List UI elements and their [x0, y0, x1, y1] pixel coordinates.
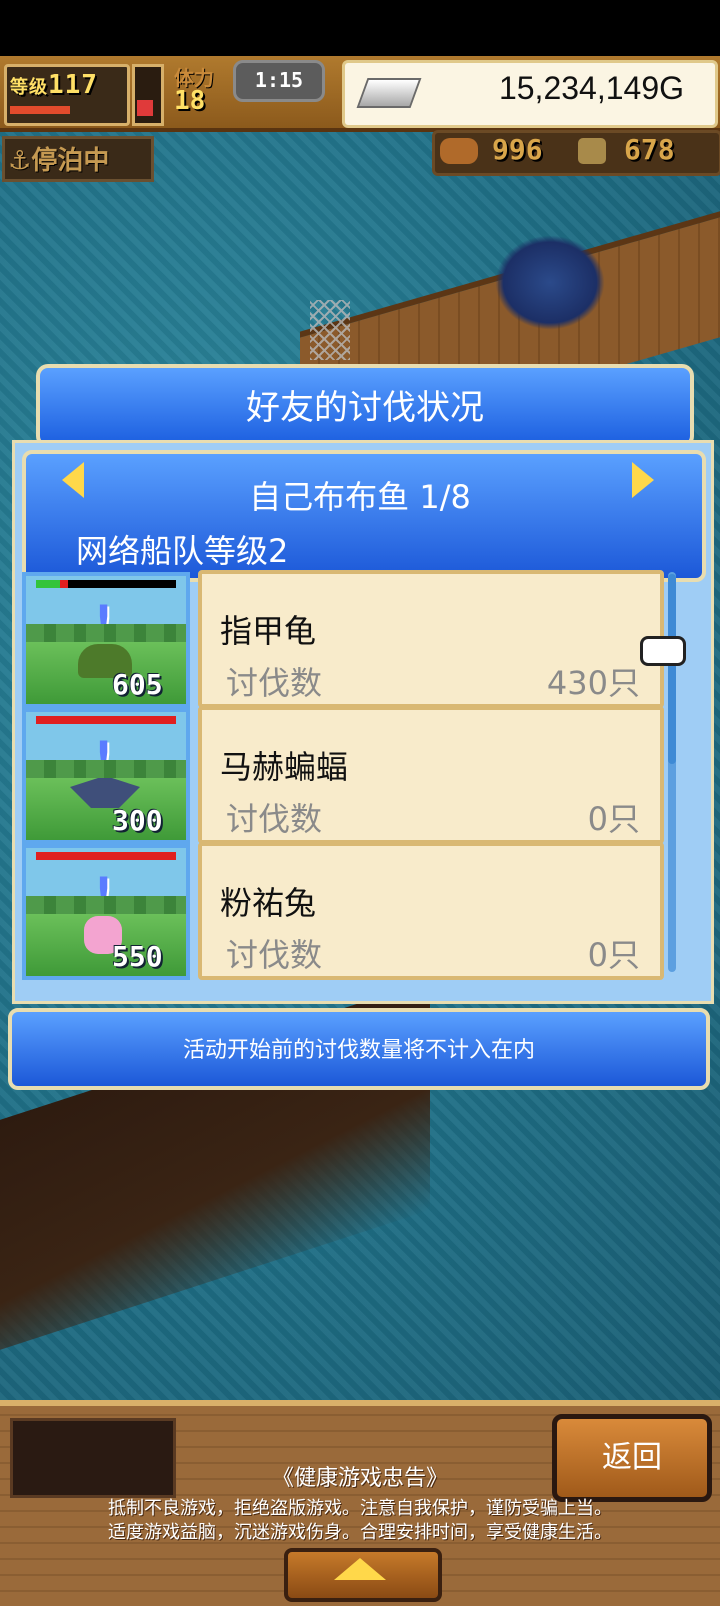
level-display: 等级117 [10, 70, 98, 100]
health-advice-line-1: 抵制不良游戏，拒绝盗版游戏。注意自我保护，谨防受骗上当。 [108, 1498, 612, 1519]
arrow-right-icon[interactable] [632, 462, 654, 498]
status-bar [0, 0, 720, 56]
hand-pointer-icon [640, 636, 686, 666]
hp-bar-fill [36, 852, 176, 860]
kill-count-label: 讨伐数 [226, 936, 323, 974]
monster-level: 300 [112, 804, 163, 837]
stamina-gauge [132, 64, 164, 126]
scrollbar-thumb[interactable] [668, 574, 676, 764]
monster-level: 550 [112, 940, 163, 973]
dialog-title: 好友的讨伐状况 [246, 388, 484, 428]
monster-thumbnail[interactable]: ! 300 [22, 708, 190, 844]
kill-count-label: 讨伐数 [226, 800, 323, 838]
hp-bar-fill [36, 580, 60, 588]
monster-name: 粉祐兔 [220, 884, 317, 922]
notice-text: 活动开始前的讨伐数量将不计入在内 [182, 1038, 535, 1063]
health-advice-title: 《健康游戏忠告》 [271, 1466, 448, 1491]
silver-ingot-icon [356, 78, 422, 108]
list-item[interactable]: 马赫蝙蝠 讨伐数 0只 [198, 706, 664, 844]
kill-count-value: 0只 [587, 936, 640, 974]
hp-bar-damage [60, 580, 68, 588]
list-item[interactable]: 指甲龟 讨伐数 430只 [198, 570, 664, 708]
hp-bar-fill [36, 716, 176, 724]
stamina-value: 18 [174, 86, 206, 116]
ship-net [310, 300, 350, 360]
coin-icon [578, 138, 606, 164]
arrow-left-icon[interactable] [62, 462, 84, 498]
level-value: 117 [48, 70, 98, 100]
monster-level: 605 [112, 668, 163, 701]
kill-count-label: 讨伐数 [226, 664, 323, 702]
dock-status-label: 停泊中 [31, 146, 110, 176]
resource-2-value: 678 [624, 133, 675, 166]
kill-count-value: 0只 [587, 800, 640, 838]
resource-1-value: 996 [492, 133, 543, 166]
dock-status: ⚓停泊中 [8, 140, 109, 177]
fleet-level: 网络船队等级2 [76, 532, 289, 570]
stamina-timer: 1:15 [233, 60, 325, 102]
stamina-fill [137, 100, 153, 116]
monster-name: 指甲龟 [220, 612, 317, 650]
triangle-up-icon [334, 1558, 386, 1580]
anchor-icon: ⚓ [8, 146, 32, 176]
list-item[interactable]: 粉祐兔 讨伐数 0只 [198, 842, 664, 980]
friend-name: 自己布布鱼 1/8 [249, 478, 471, 516]
monster-thumbnail[interactable]: ! 605 [22, 572, 190, 708]
griffin-sprite [495, 235, 605, 330]
level-label: 等级 [10, 77, 48, 98]
gold-amount: 15,234,149G [498, 70, 684, 106]
fish-icon [440, 138, 478, 164]
health-advice-line-2: 适度游戏益脑，沉迷游戏伤身。合理安排时间，享受健康生活。 [108, 1522, 612, 1543]
monster-name: 马赫蝙蝠 [220, 748, 349, 786]
experience-bar [10, 106, 70, 114]
kill-count-value: 430只 [546, 664, 640, 702]
monster-thumbnail[interactable]: ! 550 [22, 844, 190, 980]
